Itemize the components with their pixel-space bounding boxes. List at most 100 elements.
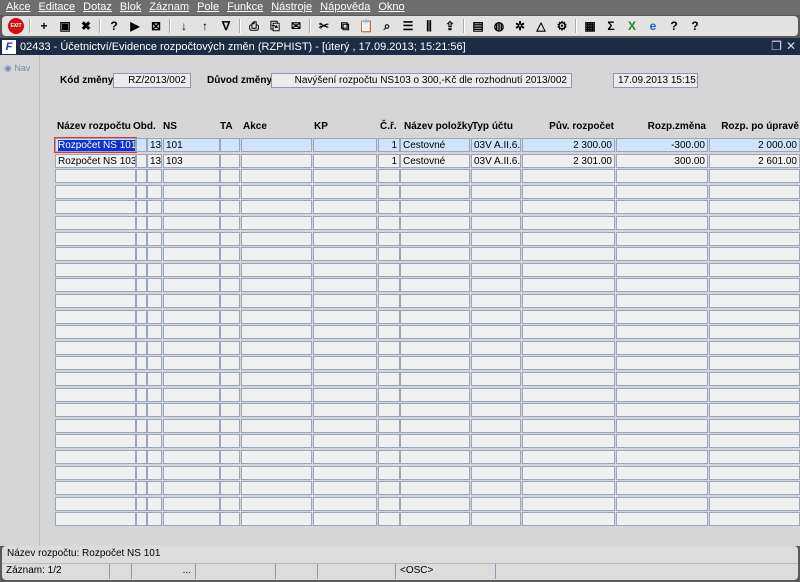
table-cell[interactable] bbox=[163, 340, 220, 355]
table-cell[interactable]: 300.00 bbox=[616, 153, 708, 168]
table-cell[interactable] bbox=[136, 247, 147, 262]
menu-5[interactable]: Pole bbox=[194, 0, 222, 15]
table-cell[interactable] bbox=[709, 496, 800, 511]
table-cell[interactable] bbox=[522, 231, 615, 246]
table-cell[interactable] bbox=[220, 294, 240, 308]
zoom-icon[interactable]: ⌕ bbox=[379, 18, 395, 34]
table-cell[interactable] bbox=[136, 340, 147, 355]
table-cell[interactable] bbox=[522, 481, 615, 496]
table-cell[interactable] bbox=[220, 153, 240, 168]
table-cell[interactable] bbox=[136, 231, 147, 246]
table-cell[interactable] bbox=[136, 403, 147, 418]
table-cell[interactable] bbox=[241, 184, 312, 199]
export-icon[interactable]: ⇪ bbox=[442, 18, 458, 34]
table-cell[interactable] bbox=[616, 465, 708, 480]
table-cell[interactable] bbox=[241, 200, 312, 215]
table-cell[interactable] bbox=[313, 325, 377, 340]
table-cell[interactable] bbox=[313, 184, 377, 199]
table-cell[interactable] bbox=[471, 262, 521, 277]
table-cell[interactable] bbox=[163, 309, 220, 324]
table-cell[interactable] bbox=[522, 434, 615, 449]
table-cell[interactable] bbox=[709, 247, 800, 262]
table-cell[interactable] bbox=[163, 496, 220, 511]
table-cell[interactable] bbox=[378, 434, 400, 449]
table-cell[interactable] bbox=[522, 309, 615, 324]
help-icon[interactable]: ? bbox=[666, 18, 682, 34]
table-cell[interactable] bbox=[313, 512, 377, 527]
table-cell[interactable] bbox=[400, 262, 470, 277]
table-cell[interactable] bbox=[313, 403, 377, 418]
table-cell[interactable] bbox=[241, 231, 312, 246]
table-cell[interactable] bbox=[400, 216, 470, 230]
table-cell[interactable] bbox=[55, 200, 136, 215]
table-cell[interactable] bbox=[241, 309, 312, 324]
table-cell[interactable] bbox=[709, 450, 800, 464]
table-cell[interactable] bbox=[378, 247, 400, 262]
table-cell[interactable] bbox=[616, 325, 708, 340]
table-cell[interactable] bbox=[616, 340, 708, 355]
table-cell[interactable] bbox=[241, 247, 312, 262]
table-cell[interactable] bbox=[241, 138, 312, 152]
table-cell[interactable] bbox=[709, 340, 800, 355]
table-cell[interactable] bbox=[471, 247, 521, 262]
table-cell[interactable] bbox=[147, 200, 162, 215]
table-cell[interactable] bbox=[313, 434, 377, 449]
table-cell[interactable] bbox=[136, 200, 147, 215]
table-cell[interactable] bbox=[147, 262, 162, 277]
table-cell[interactable] bbox=[616, 372, 708, 386]
table-cell[interactable] bbox=[147, 247, 162, 262]
table-cell[interactable] bbox=[55, 325, 136, 340]
table-cell[interactable] bbox=[313, 278, 377, 293]
table-cell[interactable] bbox=[522, 496, 615, 511]
table-cell[interactable] bbox=[220, 169, 240, 184]
table-cell[interactable] bbox=[709, 387, 800, 402]
table-cell[interactable] bbox=[313, 138, 377, 152]
table-cell[interactable] bbox=[241, 153, 312, 168]
table-cell[interactable]: -300.00 bbox=[616, 138, 708, 152]
table-cell[interactable] bbox=[220, 450, 240, 464]
table-cell[interactable] bbox=[55, 294, 136, 308]
about-icon[interactable]: ? bbox=[687, 18, 703, 34]
table-cell[interactable] bbox=[378, 403, 400, 418]
table-cell[interactable] bbox=[471, 512, 521, 527]
table-cell[interactable] bbox=[241, 372, 312, 386]
table-cell[interactable] bbox=[313, 294, 377, 308]
table-cell[interactable] bbox=[136, 262, 147, 277]
table-cell[interactable] bbox=[241, 216, 312, 230]
table-cell[interactable] bbox=[136, 294, 147, 308]
table-cell[interactable] bbox=[55, 169, 136, 184]
table-cell[interactable] bbox=[378, 496, 400, 511]
report-icon[interactable]: ▤ bbox=[470, 18, 486, 34]
table-cell[interactable] bbox=[241, 496, 312, 511]
table-cell[interactable]: Rozpočet NS 101 bbox=[54, 137, 137, 153]
table-cell[interactable] bbox=[147, 356, 162, 371]
table-cell[interactable] bbox=[471, 496, 521, 511]
table-cell[interactable] bbox=[220, 309, 240, 324]
table-cell[interactable] bbox=[136, 153, 147, 168]
table-cell[interactable] bbox=[55, 387, 136, 402]
table-cell[interactable] bbox=[522, 169, 615, 184]
table-cell[interactable] bbox=[55, 309, 136, 324]
table-cell[interactable] bbox=[136, 465, 147, 480]
table-cell[interactable] bbox=[163, 262, 220, 277]
table-cell[interactable] bbox=[400, 184, 470, 199]
table-cell[interactable] bbox=[378, 184, 400, 199]
menu-3[interactable]: Blok bbox=[117, 0, 144, 15]
table-cell[interactable] bbox=[147, 496, 162, 511]
table-cell[interactable] bbox=[136, 278, 147, 293]
table-cell[interactable] bbox=[55, 434, 136, 449]
table-cell[interactable] bbox=[55, 231, 136, 246]
table-cell[interactable] bbox=[400, 309, 470, 324]
table-cell[interactable] bbox=[522, 247, 615, 262]
globe-icon[interactable]: ◍ bbox=[491, 18, 507, 34]
table-cell[interactable] bbox=[400, 418, 470, 433]
table-cell[interactable] bbox=[55, 216, 136, 230]
menu-9[interactable]: Okno bbox=[375, 0, 407, 15]
table-cell[interactable] bbox=[147, 465, 162, 480]
table-cell[interactable] bbox=[220, 434, 240, 449]
table-cell[interactable] bbox=[55, 278, 136, 293]
table-cell[interactable] bbox=[471, 309, 521, 324]
table-cell[interactable] bbox=[136, 387, 147, 402]
table-cell[interactable] bbox=[136, 184, 147, 199]
table-cell[interactable] bbox=[136, 325, 147, 340]
